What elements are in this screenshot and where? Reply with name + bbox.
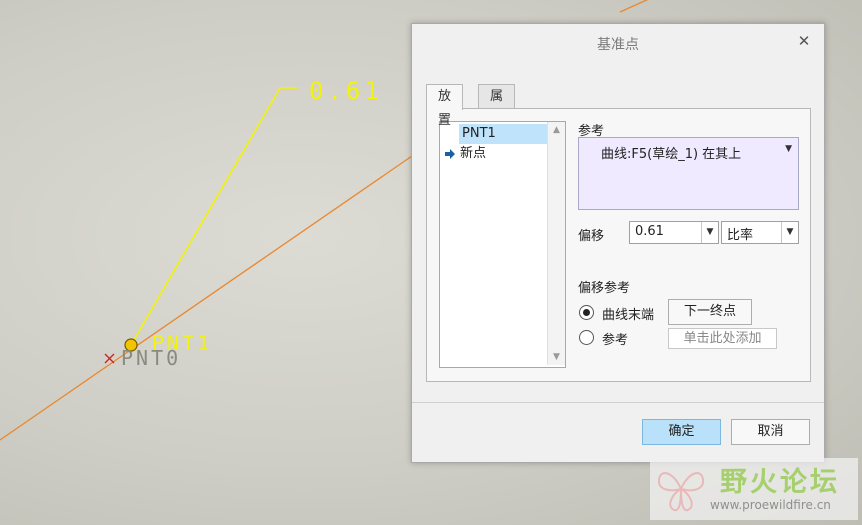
watermark-url: www.proewildfire.cn xyxy=(710,498,831,512)
butterfly-logo-icon xyxy=(657,472,705,512)
reference-value[interactable]: 曲线:F5(草绘_1) 在其上 xyxy=(601,143,741,162)
tab-placement[interactable]: 放置 xyxy=(426,84,464,128)
point-label-pnt0: PNT0 xyxy=(121,346,181,370)
chevron-down-icon[interactable]: ▼ xyxy=(785,144,792,154)
offset-type: 比率 xyxy=(727,228,754,243)
divider xyxy=(412,402,824,403)
close-icon[interactable]: ✕ xyxy=(796,33,812,49)
arrow-right-icon xyxy=(445,149,455,159)
list-item-pnt1[interactable]: PNT1 xyxy=(459,124,548,144)
offset-value: 0.61 xyxy=(635,224,664,239)
offset-reference-label: 偏移参考 xyxy=(578,281,631,296)
offset-type-select[interactable]: 比率 ▼ xyxy=(721,221,799,244)
radio-curve-end[interactable] xyxy=(579,305,594,320)
datum-point-dialog: 基准点 ✕ 放置 属性 PNT1 新点 ▲ ▼ 参考 曲线:F5(草绘_1) 在… xyxy=(411,23,825,463)
watermark-name: 野火论坛 xyxy=(720,467,840,498)
dialog-title: 基准点 xyxy=(597,37,639,53)
dimension-value[interactable]: 0.61 xyxy=(309,77,383,105)
scroll-down-icon[interactable]: ▼ xyxy=(548,349,565,365)
placement-panel: PNT1 新点 ▲ ▼ 参考 曲线:F5(草绘_1) 在其上 ▼ 偏移 0.61… xyxy=(426,108,811,382)
reference-option-label[interactable]: 参考 xyxy=(602,329,628,348)
radio-reference[interactable] xyxy=(579,330,594,345)
watermark: 野火论坛 www.proewildfire.cn xyxy=(650,458,858,520)
cancel-button[interactable]: 取消 xyxy=(731,419,810,445)
list-scrollbar[interactable]: ▲ ▼ xyxy=(547,122,565,365)
point-list[interactable]: PNT1 新点 ▲ ▼ xyxy=(439,121,566,368)
scroll-up-icon[interactable]: ▲ xyxy=(548,122,565,138)
datum-curve-top[interactable] xyxy=(619,0,660,13)
dimension-leader xyxy=(130,87,298,346)
offset-reference-collector[interactable]: 单击此处添加 xyxy=(668,328,777,349)
offset-value-input[interactable]: 0.61 ▼ xyxy=(629,221,719,244)
list-item-new-point[interactable]: 新点 xyxy=(460,144,486,164)
dialog-titlebar[interactable]: 基准点 ✕ xyxy=(412,24,824,60)
datum-curve[interactable] xyxy=(0,155,413,441)
tab-properties[interactable]: 属性 xyxy=(478,84,516,128)
offset-label: 偏移 xyxy=(578,229,605,244)
curve-end-label[interactable]: 曲线末端 xyxy=(602,304,654,323)
chevron-down-icon[interactable]: ▼ xyxy=(701,222,718,243)
next-end-button[interactable]: 下一终点 xyxy=(668,299,752,325)
references-collector[interactable]: 曲线:F5(草绘_1) 在其上 ▼ xyxy=(578,137,799,210)
ok-button[interactable]: 确定 xyxy=(642,419,721,445)
chevron-down-icon[interactable]: ▼ xyxy=(781,222,798,243)
datum-point-pnt0-marker xyxy=(104,353,115,364)
